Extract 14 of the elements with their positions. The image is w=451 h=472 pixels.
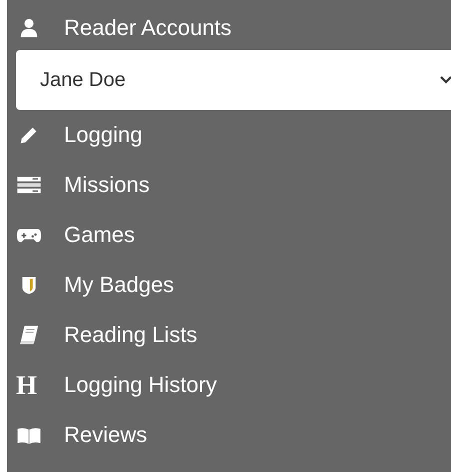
drawer-icon — [16, 176, 42, 194]
menu-item[interactable]: H Logging History — [7, 360, 451, 410]
menu-item[interactable]: Missions — [7, 160, 451, 210]
menu-item[interactable]: Reviews — [7, 410, 451, 460]
section-heading: Reader Accounts — [64, 15, 232, 41]
menu-item[interactable]: My Badges — [7, 260, 451, 310]
gamepad-icon — [16, 226, 42, 244]
menu-item[interactable]: Reading Lists — [7, 310, 451, 360]
account-dropdown[interactable]: Jane Doe — [16, 50, 451, 110]
menu-item[interactable]: Games — [7, 210, 451, 260]
menu-item[interactable]: Logging — [7, 110, 451, 160]
letter-h-icon: H — [16, 370, 42, 400]
chevron-down-icon — [440, 76, 451, 84]
open-book-icon — [16, 426, 42, 444]
